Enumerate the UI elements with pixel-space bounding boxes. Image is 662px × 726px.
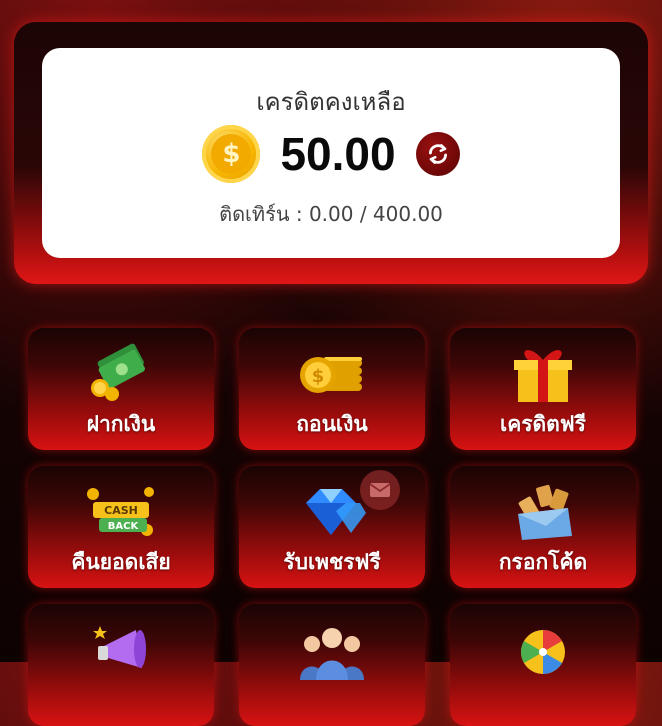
credit-card: เครดิตคงเหลือ $ 50.00 ติดเทิร์น : 0.00 /… — [42, 48, 620, 258]
gift-box-icon — [450, 340, 636, 406]
tile-affiliate[interactable] — [239, 604, 425, 726]
credit-title: เครดิตคงเหลือ — [256, 88, 406, 116]
cashback-icon: CASH BACK — [28, 478, 214, 544]
tile-label: ถอนเงิน — [296, 412, 368, 436]
tile-prize-wheel[interactable] — [450, 604, 636, 726]
tile-announcement[interactable] — [28, 604, 214, 726]
tile-deposit[interactable]: ฝากเงิน — [28, 328, 214, 450]
tile-label: ฝากเงิน — [86, 412, 156, 436]
people-icon — [239, 616, 425, 682]
tile-label: กรอกโค้ด — [498, 550, 588, 574]
envelope-tickets-icon — [450, 478, 636, 544]
cash-stack-icon — [28, 340, 214, 406]
tile-label: คืนยอดเสีย — [71, 550, 171, 574]
svg-text:$: $ — [312, 366, 325, 387]
tile-withdraw[interactable]: $ ถอนเงิน — [239, 328, 425, 450]
tile-enter-code[interactable]: กรอกโค้ด — [450, 466, 636, 588]
mail-badge[interactable] — [360, 470, 400, 510]
coin-icon: $ — [202, 125, 261, 183]
envelope-icon — [369, 483, 391, 497]
coin-stack-icon: $ — [239, 340, 425, 406]
tile-label: รับเพชรฟรี — [283, 550, 381, 574]
refresh-button[interactable] — [415, 132, 460, 176]
tile-label: เครดิตฟรี — [500, 412, 586, 436]
tile-free-credit[interactable]: เครดิตฟรี — [450, 328, 636, 450]
megaphone-icon — [28, 616, 214, 682]
balance-row: $ 50.00 — [42, 124, 620, 184]
balance-value: 50.00 — [280, 128, 396, 180]
prize-wheel-icon — [450, 616, 636, 682]
refresh-icon — [428, 144, 447, 164]
tile-cashback[interactable]: CASH BACK คืนยอดเสีย — [28, 466, 214, 588]
coin-symbol: $ — [211, 134, 252, 174]
svg-text:BACK: BACK — [108, 521, 140, 532]
turnover-text: ติดเทิร์น : 0.00 / 400.00 — [219, 202, 443, 226]
svg-text:CASH: CASH — [104, 504, 138, 517]
